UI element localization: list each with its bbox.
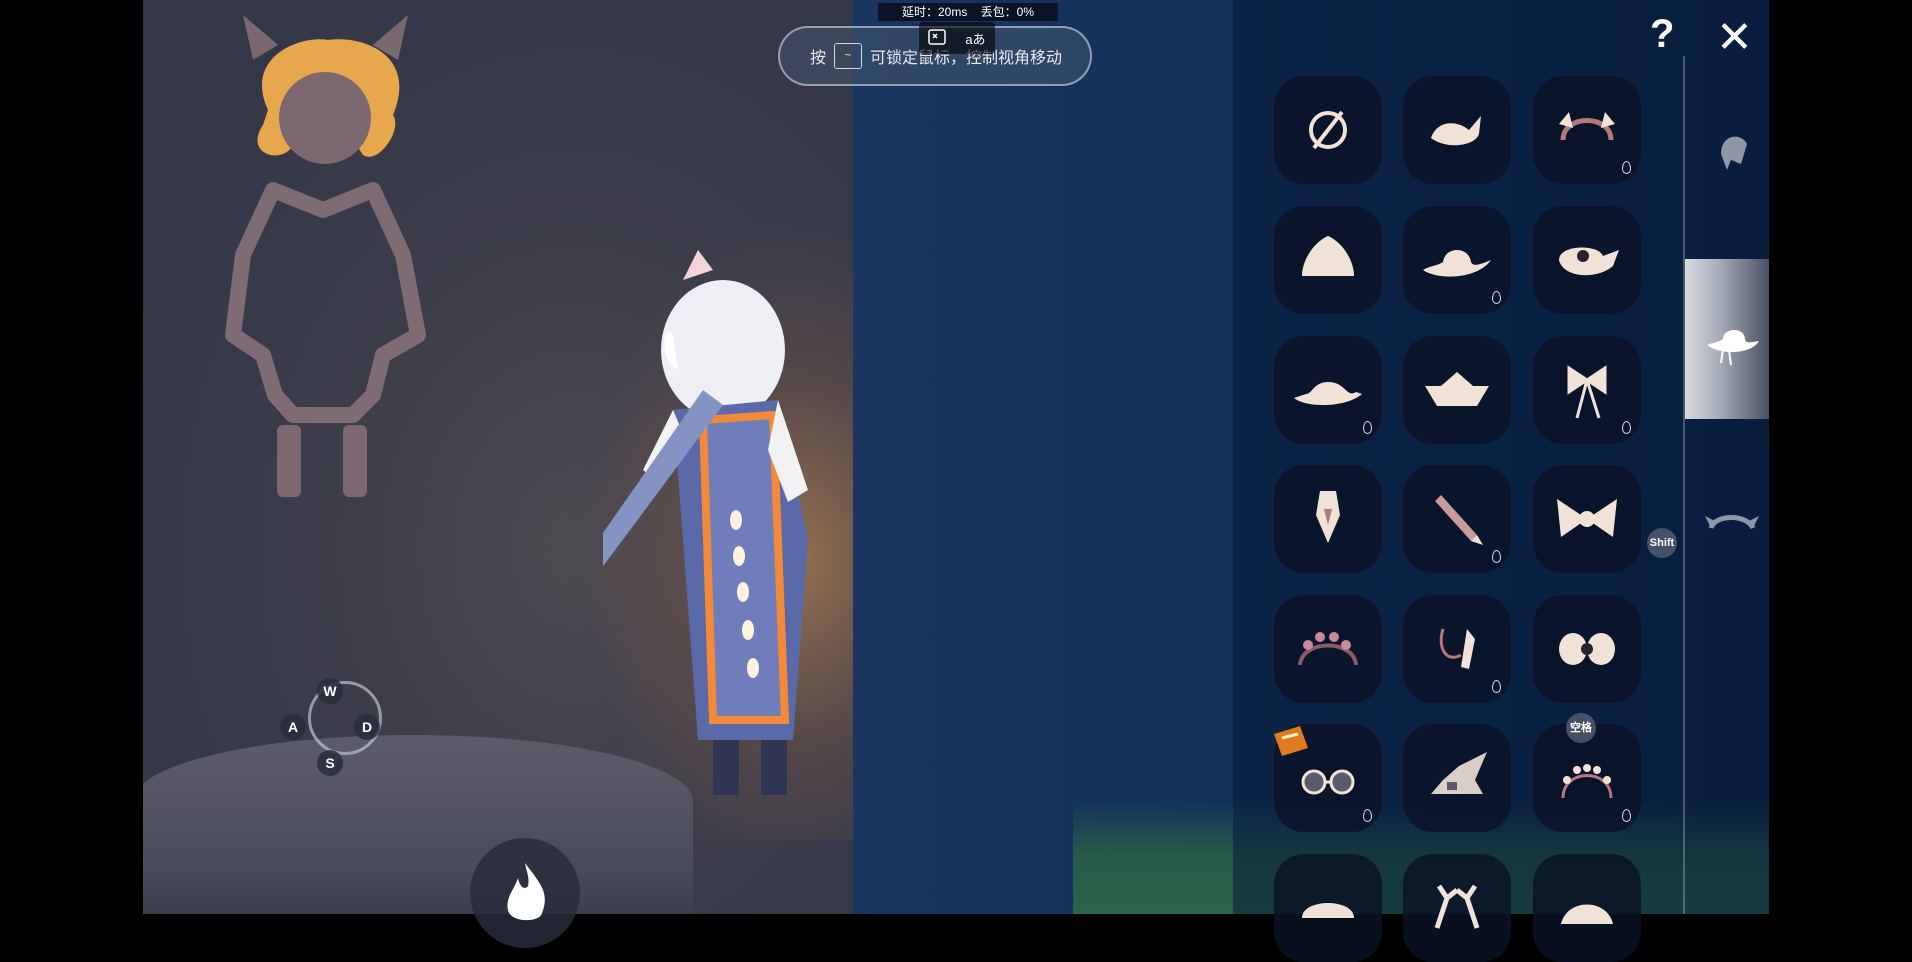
tassel-pin-icon — [1439, 628, 1475, 669]
small-bow-icon — [1559, 633, 1615, 665]
outfit-item-small-bow[interactable] — [1533, 595, 1641, 703]
outfit-item-pencil-pin[interactable] — [1403, 465, 1511, 573]
mini-toolbar: aあ — [919, 22, 995, 54]
bowler-hat-icon — [1294, 382, 1362, 406]
drop-icon — [1622, 809, 1631, 822]
flame-button[interactable] — [470, 838, 580, 948]
player-character — [603, 250, 808, 795]
w-key[interactable]: W — [317, 678, 343, 704]
flame-icon — [507, 863, 545, 921]
space-key-hint: 空格 — [1566, 713, 1596, 743]
drop-icon — [1363, 809, 1372, 822]
bird-hat-icon — [1431, 116, 1481, 146]
latency-text: 延时：20ms — [901, 5, 968, 19]
outfit-item-bowler-hat[interactable] — [1274, 336, 1382, 444]
drop-icon — [1492, 680, 1501, 693]
ribbon-bow-icon — [1567, 365, 1607, 419]
category-tab-hair[interactable] — [1685, 74, 1769, 234]
outfit-item-paper-boat-hat[interactable] — [1403, 336, 1511, 444]
outfit-item-cowboy-hat[interactable] — [1403, 206, 1511, 314]
outfit-item-mushroom-hat[interactable] — [1274, 854, 1382, 962]
big-bow-icon — [1557, 499, 1617, 537]
ticket-badge-icon — [1274, 726, 1308, 756]
shift-key-hint: Shift — [1647, 528, 1677, 558]
antler-icon — [1434, 884, 1480, 929]
star-hat-icon — [1561, 904, 1613, 924]
close-button[interactable]: ✕ — [1716, 12, 1753, 63]
outfit-item-bird-hat[interactable] — [1403, 76, 1511, 184]
outfit-item-antler[interactable] — [1403, 854, 1511, 962]
flower-crown-icon — [1298, 632, 1358, 666]
cowboy-hat-icon — [1423, 250, 1491, 277]
screen-rotate-icon[interactable] — [928, 28, 947, 48]
outfit-item-witch-hat[interactable] — [1403, 724, 1511, 832]
hat-icon — [1707, 330, 1759, 366]
tilde-key-icon: ~ — [834, 43, 863, 69]
hair-icon — [1721, 136, 1747, 170]
hint-prefix: 按 — [810, 50, 827, 67]
horn-icon — [1705, 515, 1759, 530]
paper-boat-hat-icon — [1425, 372, 1489, 406]
drop-icon — [1492, 550, 1501, 563]
category-tab-hat[interactable] — [1685, 259, 1769, 419]
d-key[interactable]: D — [354, 714, 380, 740]
pipe-hat-icon — [1559, 247, 1619, 276]
mural-drawing — [225, 15, 426, 497]
pencil-pin-icon — [1435, 495, 1483, 545]
drop-icon — [1492, 291, 1501, 304]
outfit-item-none[interactable] — [1274, 76, 1382, 184]
category-tab-horn[interactable] — [1685, 440, 1769, 600]
translate-icon[interactable]: aあ — [965, 29, 985, 48]
outfit-item-pipe-hat[interactable] — [1533, 206, 1641, 314]
outfit-item-crystal-pin[interactable] — [1274, 465, 1382, 573]
outfit-item-star-hat[interactable] — [1533, 854, 1641, 962]
outfit-item-ribbon-bow[interactable] — [1533, 336, 1641, 444]
packet-loss-text: 丢包：0% — [980, 5, 1035, 19]
s-key[interactable]: S — [317, 750, 343, 776]
none-icon — [1309, 110, 1347, 150]
outfit-item-flower-crown[interactable] — [1274, 595, 1382, 703]
help-button[interactable]: ? — [1650, 12, 1674, 57]
outfit-item-wing-headband[interactable] — [1533, 76, 1641, 184]
bun-hat-icon — [1302, 236, 1354, 276]
drop-icon — [1363, 421, 1372, 434]
drop-icon — [1622, 161, 1631, 174]
outfit-item-tassel-pin[interactable] — [1403, 595, 1511, 703]
crystal-pin-icon — [1316, 491, 1340, 543]
pearl-headband-icon — [1561, 764, 1613, 799]
witch-hat-icon — [1431, 752, 1487, 794]
wing-headband-icon — [1559, 112, 1615, 141]
network-stats: 延时：20ms 丢包：0% — [878, 3, 1058, 21]
a-key[interactable]: A — [280, 714, 306, 740]
outfit-item-big-bow[interactable] — [1533, 465, 1641, 573]
outfit-item-bun-hat[interactable] — [1274, 206, 1382, 314]
mushroom-hat-icon — [1302, 903, 1354, 918]
drop-icon — [1622, 421, 1631, 434]
